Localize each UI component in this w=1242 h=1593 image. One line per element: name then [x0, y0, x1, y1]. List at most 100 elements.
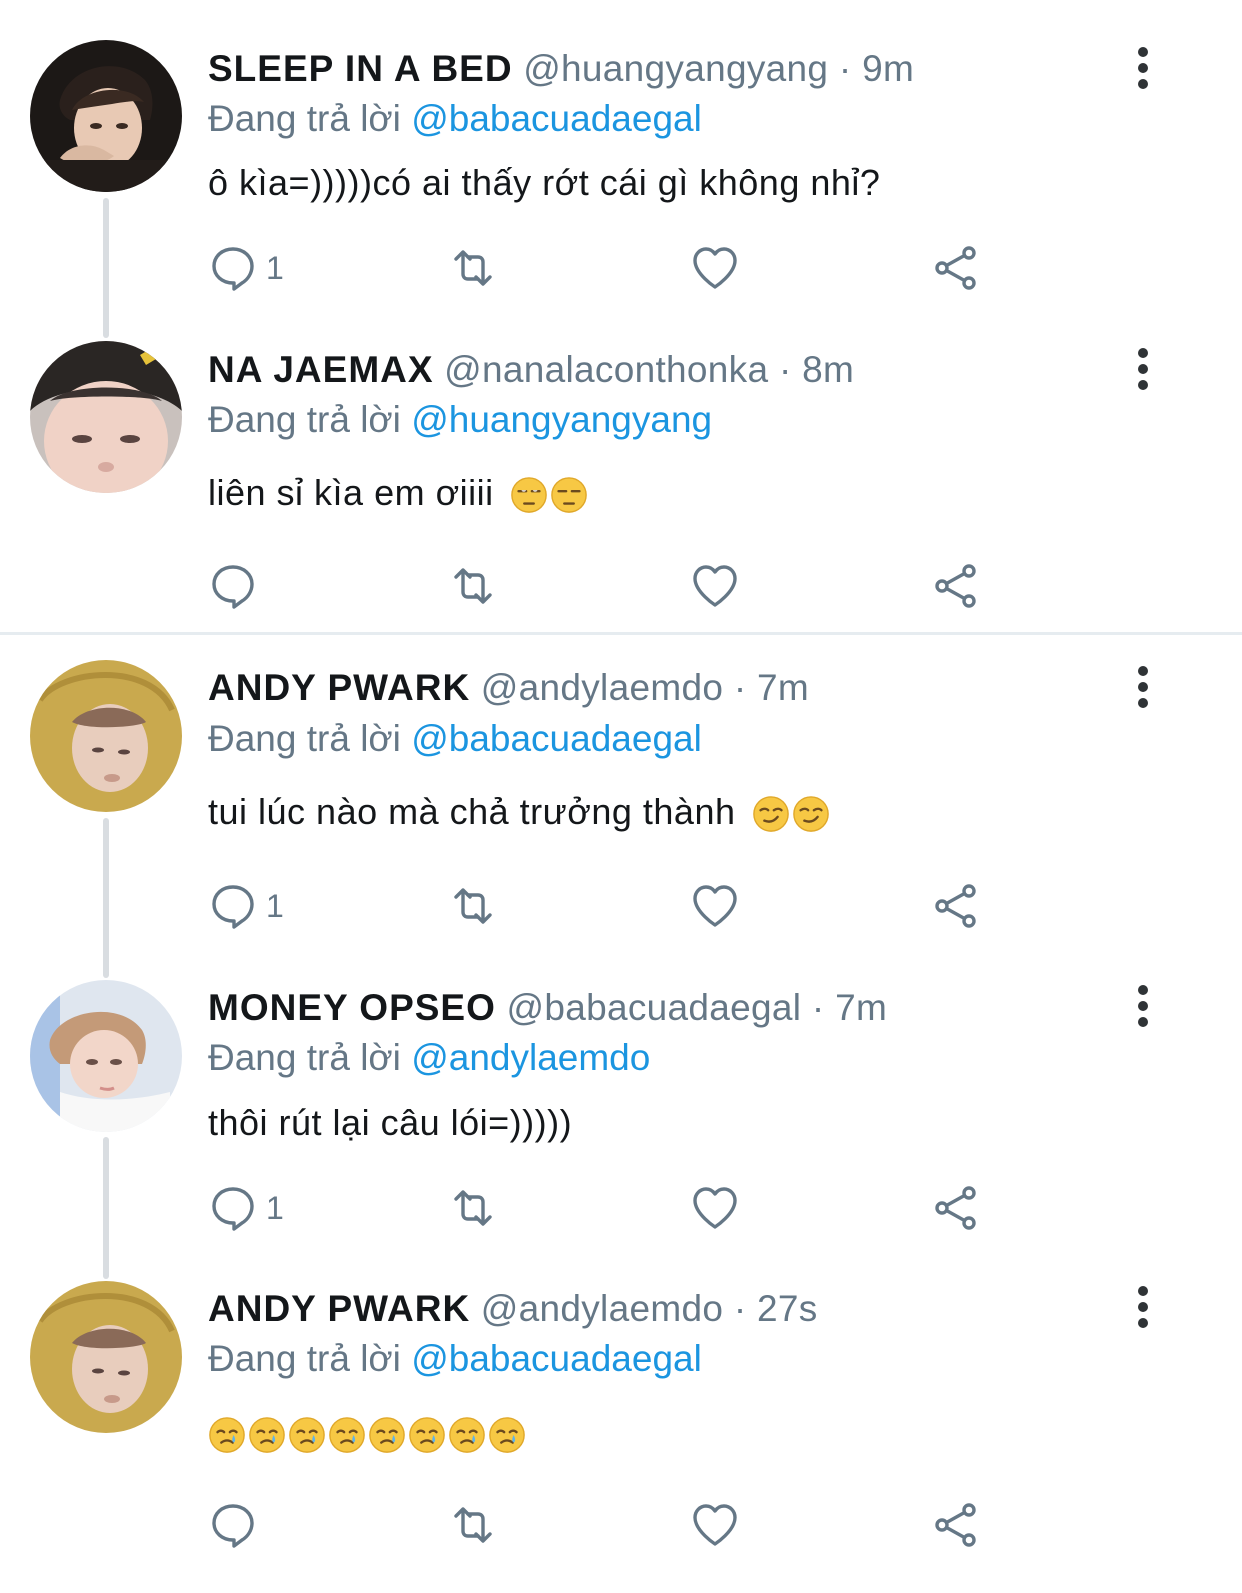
tweet-text: [208, 1410, 526, 1456]
separator-dot: ·: [733, 667, 747, 708]
tweet-body: liên sỉ kìa em ơiiii: [208, 472, 494, 513]
retweet-icon: [448, 1183, 498, 1233]
avatar-photo-icon: [30, 341, 182, 493]
share-icon: [931, 243, 981, 293]
heart-icon: [690, 243, 740, 293]
retweet-button[interactable]: [448, 1500, 498, 1550]
retweet-icon: [448, 881, 498, 931]
thread-connector: [103, 818, 109, 978]
user-handle[interactable]: @andylaemdo: [481, 1288, 723, 1329]
like-button[interactable]: [690, 881, 740, 931]
smirking-face-icon: [753, 796, 789, 833]
share-icon: [931, 1500, 981, 1550]
avatar[interactable]: [30, 40, 182, 192]
display-name[interactable]: MONEY OPSEO: [208, 987, 496, 1028]
like-button[interactable]: [690, 561, 740, 611]
retweet-button[interactable]: [448, 561, 498, 611]
heart-icon: [690, 1500, 740, 1550]
display-name[interactable]: ANDY PWARK: [208, 1288, 470, 1329]
unamused-face-icon: [511, 477, 548, 514]
timestamp[interactable]: 7m: [757, 667, 809, 708]
reply-prefix: Đang trả lời: [208, 98, 401, 139]
reply-context: Đang trả lời @babacuadaegal: [208, 716, 702, 762]
like-button[interactable]: [690, 1183, 740, 1233]
display-name[interactable]: SLEEP IN A BED: [208, 48, 513, 89]
user-handle[interactable]: @nanalaconthonka: [444, 349, 768, 390]
reply-mention-link[interactable]: @babacuadaegal: [411, 1338, 702, 1379]
user-handle[interactable]: @andylaemdo: [481, 667, 723, 708]
share-button[interactable]: [931, 1500, 981, 1550]
share-icon: [931, 561, 981, 611]
more-options-button[interactable]: [1130, 347, 1156, 393]
retweet-button[interactable]: [448, 243, 498, 293]
user-handle[interactable]: @huangyangyang: [523, 48, 828, 89]
timestamp[interactable]: 8m: [802, 349, 854, 390]
crying-face-icon: [369, 1417, 405, 1454]
reply-button[interactable]: 1: [208, 1183, 284, 1233]
reply-context: Đang trả lời @babacuadaegal: [208, 96, 702, 142]
tweet-text: ô kìa=)))))có ai thấy rớt cái gì không n…: [208, 160, 880, 206]
retweet-button[interactable]: [448, 1183, 498, 1233]
reply-count: 1: [266, 249, 284, 286]
tweet-text: thôi rút lại câu lói=))))): [208, 1100, 572, 1146]
reply-button[interactable]: 1: [208, 243, 284, 293]
tweet-actions: 1: [208, 881, 1008, 931]
share-icon: [931, 1183, 981, 1233]
like-button[interactable]: [690, 1500, 740, 1550]
avatar[interactable]: [30, 980, 182, 1132]
reply-context: Đang trả lời @babacuadaegal: [208, 1336, 702, 1382]
avatar-photo-icon: [30, 980, 182, 1132]
emoji-group: [208, 1416, 526, 1454]
reply-mention-link[interactable]: @huangyangyang: [411, 399, 712, 440]
reply-mention-link[interactable]: @andylaemdo: [411, 1037, 650, 1078]
reply-icon: [208, 1500, 258, 1550]
retweet-button[interactable]: [448, 881, 498, 931]
emoji-group: [752, 795, 830, 833]
tweet-body: ô kìa=)))))có ai thấy rớt cái gì không n…: [208, 162, 881, 203]
more-options-button[interactable]: [1130, 46, 1156, 92]
separator-dot: ·: [811, 987, 825, 1028]
avatar[interactable]: [30, 341, 182, 493]
reply-context: Đang trả lời @andylaemdo: [208, 1035, 650, 1081]
share-button[interactable]: [931, 561, 981, 611]
crying-face-icon: [489, 1417, 525, 1454]
reply-icon: [208, 881, 258, 931]
more-options-button[interactable]: [1130, 665, 1156, 711]
more-vertical-icon: [1130, 46, 1156, 92]
more-options-button[interactable]: [1130, 1285, 1156, 1331]
separator-dot: ·: [778, 349, 792, 390]
reply-count: 1: [266, 887, 284, 924]
share-button[interactable]: [931, 881, 981, 931]
reply-mention-link[interactable]: @babacuadaegal: [411, 718, 702, 759]
thread-divider: [0, 632, 1242, 635]
tweet-header: ANDY PWARK @andylaemdo · 27s: [208, 1286, 818, 1332]
tweet-text: liên sỉ kìa em ơiiii: [208, 470, 588, 516]
thread-connector: [103, 1137, 109, 1279]
tweet-header: SLEEP IN A BED @huangyangyang · 9m: [208, 46, 914, 92]
avatar[interactable]: [30, 1281, 182, 1433]
tweet-header: ANDY PWARK @andylaemdo · 7m: [208, 665, 809, 711]
share-button[interactable]: [931, 1183, 981, 1233]
timestamp[interactable]: 27s: [757, 1288, 818, 1329]
share-button[interactable]: [931, 243, 981, 293]
emoji-group: [510, 476, 588, 514]
reply-context: Đang trả lời @huangyangyang: [208, 397, 712, 443]
reply-button[interactable]: 1: [208, 881, 284, 931]
avatar[interactable]: [30, 660, 182, 812]
display-name[interactable]: ANDY PWARK: [208, 667, 470, 708]
reply-button[interactable]: [208, 1500, 266, 1550]
timestamp[interactable]: 9m: [862, 48, 914, 89]
timestamp[interactable]: 7m: [835, 987, 887, 1028]
crying-face-icon: [209, 1417, 245, 1454]
user-handle[interactable]: @babacuadaegal: [506, 987, 801, 1028]
display-name[interactable]: NA JAEMAX: [208, 349, 434, 390]
reply-button[interactable]: [208, 561, 266, 611]
heart-icon: [690, 881, 740, 931]
unamused-face-icon: [551, 477, 588, 514]
reply-mention-link[interactable]: @babacuadaegal: [411, 98, 702, 139]
more-options-button[interactable]: [1130, 984, 1156, 1030]
like-button[interactable]: [690, 243, 740, 293]
reply-prefix: Đang trả lời: [208, 1037, 401, 1078]
separator-dot: ·: [733, 1288, 747, 1329]
reply-icon: [208, 561, 258, 611]
